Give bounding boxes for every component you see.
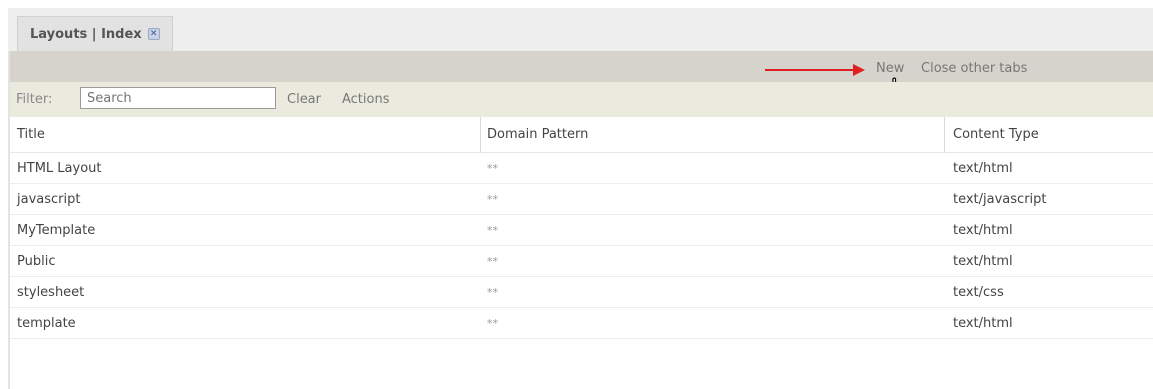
search-input[interactable] [80, 87, 276, 109]
filter-bar: Filter: Clear Actions [10, 82, 1153, 117]
column-header-content-type[interactable]: Content Type [953, 117, 1039, 153]
cell-content-type: text/javascript [953, 192, 1047, 207]
cell-content-type: text/html [953, 316, 1013, 331]
cell-domain-pattern: ** [487, 162, 498, 175]
new-button[interactable]: New [876, 61, 904, 76]
table-row[interactable]: template ** text/html [10, 308, 1153, 339]
tab-title: Layouts | Index [30, 26, 142, 42]
cell-domain-pattern: ** [487, 317, 498, 330]
tab-bar: Layouts | Index ✕ [8, 8, 1153, 51]
table-row[interactable]: stylesheet ** text/css [10, 277, 1153, 308]
column-resize-handle[interactable] [944, 117, 945, 153]
grid-body: HTML Layout ** text/html javascript ** t… [10, 153, 1153, 339]
column-header-title[interactable]: Title [17, 117, 45, 153]
table-row[interactable]: Public ** text/html [10, 246, 1153, 277]
cell-content-type: text/css [953, 285, 1004, 300]
filter-label: Filter: [16, 92, 53, 107]
cell-title: HTML Layout [17, 161, 102, 176]
cell-title: stylesheet [17, 285, 85, 300]
tab-layouts-index[interactable]: Layouts | Index ✕ [17, 16, 173, 51]
table-row[interactable]: HTML Layout ** text/html [10, 153, 1153, 184]
annotation-arrow-head [853, 64, 865, 76]
cell-title: MyTemplate [17, 223, 96, 238]
cell-domain-pattern: ** [487, 286, 498, 299]
table-row[interactable]: javascript ** text/javascript [10, 184, 1153, 215]
cell-title: template [17, 316, 76, 331]
cell-content-type: text/html [953, 223, 1013, 238]
cell-domain-pattern: ** [487, 193, 498, 206]
close-other-tabs-button[interactable]: Close other tabs [921, 61, 1027, 76]
toolbar: New Close other tabs [10, 51, 1153, 82]
top-strip [0, 0, 1153, 8]
grid-header: Title Domain Pattern Content Type [10, 117, 1153, 153]
column-resize-handle[interactable] [480, 117, 481, 153]
close-icon[interactable]: ✕ [147, 28, 160, 40]
actions-button[interactable]: Actions [342, 92, 390, 107]
clear-button[interactable]: Clear [287, 92, 321, 107]
annotation-arrow-line [765, 69, 855, 71]
cell-domain-pattern: ** [487, 224, 498, 237]
cell-title: javascript [17, 192, 81, 207]
table-row[interactable]: MyTemplate ** text/html [10, 215, 1153, 246]
cell-content-type: text/html [953, 161, 1013, 176]
column-header-domain-pattern[interactable]: Domain Pattern [487, 117, 588, 153]
cell-domain-pattern: ** [487, 255, 498, 268]
cell-content-type: text/html [953, 254, 1013, 269]
cell-title: Public [17, 254, 56, 269]
